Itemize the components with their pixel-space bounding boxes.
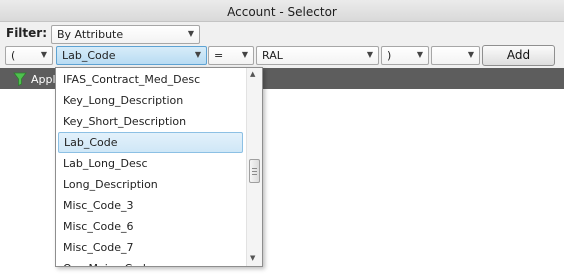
attribute-option[interactable]: Misc_Code_7	[58, 237, 243, 258]
scroll-down-icon[interactable]: ▼	[250, 254, 255, 262]
open-paren-value: (	[11, 49, 16, 62]
attribute-option[interactable]: Lab_Code	[58, 132, 243, 153]
filter-mode-dropdown[interactable]: By Attribute ▼	[51, 25, 200, 44]
attribute-dropdown-list: IFAS_Contract_Med_Desc Key_Long_Descripti…	[55, 67, 263, 267]
scrollbar-thumb[interactable]	[249, 159, 260, 183]
filter-funnel-icon[interactable]	[13, 72, 27, 86]
attribute-option[interactable]: Key_Short_Description	[58, 111, 243, 132]
close-paren-value: )	[387, 49, 392, 62]
attribute-option[interactable]: Misc_Code_3	[58, 195, 243, 216]
attribute-option[interactable]: Org_Major_Code	[58, 258, 243, 266]
value-value: RAL	[262, 49, 283, 62]
dropdown-scrollbar[interactable]: ▲ ▼	[246, 68, 262, 266]
attribute-value: Lab_Code	[62, 49, 116, 62]
filter-label: Filter:	[6, 26, 48, 40]
operator-value: =	[214, 49, 224, 62]
logic-dropdown[interactable]: ▼	[431, 46, 480, 65]
value-dropdown[interactable]: RAL ▼	[256, 46, 379, 65]
chevron-down-icon: ▼	[467, 50, 474, 59]
chevron-down-icon: ▼	[194, 50, 201, 59]
operator-dropdown[interactable]: = ▼	[208, 46, 254, 65]
chevron-down-icon: ▼	[40, 50, 47, 59]
chevron-down-icon: ▼	[416, 50, 423, 59]
attribute-option[interactable]: Lab_Long_Desc	[58, 153, 243, 174]
filter-mode-value: By Attribute	[57, 28, 124, 41]
attribute-dropdown[interactable]: Lab_Code ▼	[56, 46, 207, 65]
chevron-down-icon: ▼	[366, 50, 373, 59]
attribute-option[interactable]: Long_Description	[58, 174, 243, 195]
chevron-down-icon: ▼	[187, 29, 194, 38]
chevron-down-icon: ▼	[241, 50, 248, 59]
open-paren-dropdown[interactable]: ( ▼	[5, 46, 53, 65]
window-title: Account - Selector	[227, 5, 337, 19]
attribute-option[interactable]: Misc_Code_6	[58, 216, 243, 237]
attribute-option[interactable]: Key_Long_Description	[58, 90, 243, 111]
add-button[interactable]: Add	[482, 45, 555, 66]
attribute-options: IFAS_Contract_Med_Desc Key_Long_Descripti…	[56, 69, 245, 266]
title-bar: Account - Selector	[0, 0, 564, 22]
apply-button-label[interactable]: Appl	[31, 73, 56, 86]
attribute-option[interactable]: IFAS_Contract_Med_Desc	[58, 69, 243, 90]
scroll-up-icon[interactable]: ▲	[250, 70, 255, 78]
close-paren-dropdown[interactable]: ) ▼	[381, 46, 429, 65]
